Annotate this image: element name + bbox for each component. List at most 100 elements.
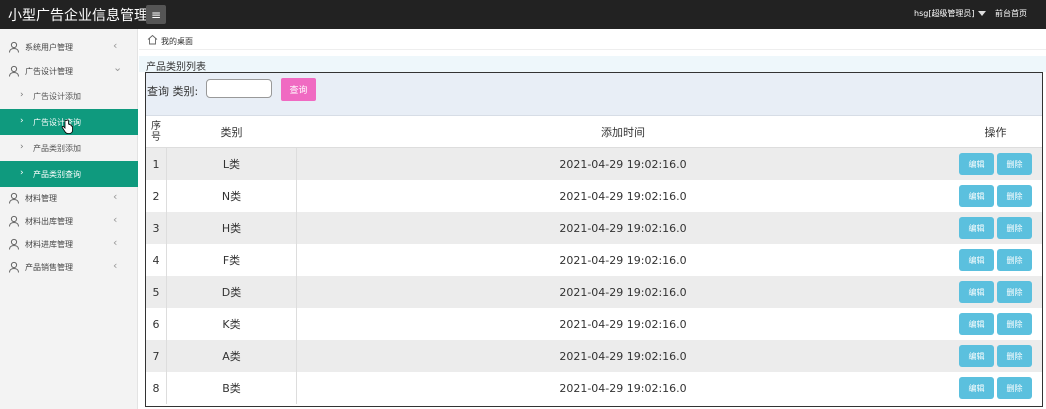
chevron-right-icon: › — [20, 168, 24, 178]
sidebar-item-material-outbound[interactable]: 材料出库管理 ‹ — [0, 209, 138, 233]
delete-button[interactable]: 删除 — [997, 185, 1032, 207]
sidebar-item-label: 产品销售管理 — [25, 263, 73, 272]
search-button[interactable]: 查询 — [281, 78, 316, 101]
user-icon — [9, 261, 19, 273]
table-row: 5 D类 2021-04-29 19:02:16.0 编辑 删除 — [146, 276, 1042, 308]
sidebar-subitem-category-query[interactable]: › 产品类别查询 — [0, 161, 138, 187]
table-row: 2 N类 2021-04-29 19:02:16.0 编辑 删除 — [146, 180, 1042, 212]
cell-type: D类 — [166, 276, 297, 308]
sidebar-subitem-category-add[interactable]: › 产品类别添加 — [0, 135, 138, 161]
edit-button[interactable]: 编辑 — [959, 345, 994, 367]
cell-type: L类 — [166, 148, 297, 180]
edit-button[interactable]: 编辑 — [959, 249, 994, 271]
cell-actions: 编辑 删除 — [949, 180, 1042, 212]
sidebar-item-product-sales[interactable]: 产品销售管理 ‹ — [0, 255, 138, 279]
sidebar-item-system-users[interactable]: 系统用户管理 ‹ — [0, 35, 138, 59]
top-bar: 小型广告企业信息管理系 ≡ hsg[超级管理员] 前台首页 — [0, 0, 1046, 29]
user-icon — [9, 41, 19, 53]
chevron-right-icon: › — [20, 90, 24, 100]
hamburger-icon: ≡ — [150, 7, 162, 22]
hand-cursor-icon — [61, 119, 73, 134]
user-icon — [9, 65, 19, 77]
table-row: 3 H类 2021-04-29 19:02:16.0 编辑 删除 — [146, 212, 1042, 244]
chevron-left-icon: ‹ — [113, 236, 118, 249]
table-row: 4 F类 2021-04-29 19:02:16.0 编辑 删除 — [146, 244, 1042, 276]
cell-type: K类 — [166, 308, 297, 340]
cell-time: 2021-04-29 19:02:16.0 — [559, 189, 687, 203]
user-icon — [9, 192, 19, 204]
edit-button[interactable]: 编辑 — [959, 217, 994, 239]
table-row: 6 K类 2021-04-29 19:02:16.0 编辑 删除 — [146, 308, 1042, 340]
edit-button[interactable]: 编辑 — [959, 377, 994, 399]
sidebar-item-label: 广告设计管理 — [25, 67, 73, 76]
cell-no: 4 — [152, 253, 160, 267]
sidebar-item-material-inbound[interactable]: 材料进库管理 ‹ — [0, 232, 138, 256]
caret-down-icon — [977, 11, 986, 16]
cell-time: 2021-04-29 19:02:16.0 — [559, 285, 687, 299]
cell-type: A类 — [166, 340, 297, 372]
chevron-right-icon: › — [20, 142, 24, 152]
user-icon — [9, 238, 19, 250]
table-header-row: 序号 类别 添加时间 操作 — [146, 116, 1042, 148]
cell-actions: 编辑 删除 — [949, 212, 1042, 244]
cell-no: 6 — [152, 317, 160, 331]
home-icon — [147, 34, 158, 45]
delete-button[interactable]: 删除 — [997, 217, 1032, 239]
table-row: 1 L类 2021-04-29 19:02:16.0 编辑 删除 — [146, 148, 1042, 180]
chevron-left-icon: ‹ — [113, 213, 118, 226]
cell-actions: 编辑 删除 — [949, 308, 1042, 340]
menu-toggle-button[interactable]: ≡ — [146, 5, 166, 24]
app-title: 小型广告企业信息管理系 — [8, 8, 162, 24]
breadcrumb-my-desktop[interactable]: 我的桌面 — [161, 36, 193, 47]
breadcrumb: 我的桌面 — [139, 30, 1046, 50]
sidebar-subitem-ad-design-add[interactable]: › 广告设计添加 — [0, 83, 138, 109]
category-search-input[interactable] — [206, 79, 272, 98]
sidebar-item-label: 材料进库管理 — [25, 240, 73, 249]
col-header-time: 添加时间 — [601, 126, 645, 139]
cell-no: 2 — [152, 189, 160, 203]
search-label: 查询 类别: — [147, 85, 199, 98]
delete-button[interactable]: 删除 — [997, 377, 1032, 399]
chevron-left-icon: ‹ — [113, 39, 118, 52]
delete-button[interactable]: 删除 — [997, 249, 1032, 271]
delete-button[interactable]: 删除 — [997, 313, 1032, 335]
edit-button[interactable]: 编辑 — [959, 281, 994, 303]
edit-button[interactable]: 编辑 — [959, 313, 994, 335]
sidebar-item-materials[interactable]: 材料管理 ‹ — [0, 186, 138, 210]
cell-actions: 编辑 删除 — [949, 372, 1042, 404]
cell-time: 2021-04-29 19:02:16.0 — [559, 221, 687, 235]
chevron-right-icon: › — [20, 116, 24, 126]
sidebar-subitem-label: 产品类别添加 — [33, 144, 81, 153]
user-name: hsg[超级管理员] — [914, 9, 975, 18]
table-row: 8 B类 2021-04-29 19:02:16.0 编辑 删除 — [146, 372, 1042, 404]
cell-type: B类 — [166, 372, 297, 404]
cell-no: 7 — [152, 349, 160, 363]
edit-button[interactable]: 编辑 — [959, 185, 994, 207]
sidebar-item-ad-design[interactable]: 广告设计管理 ⌄ — [0, 59, 138, 83]
table-row: 7 A类 2021-04-29 19:02:16.0 编辑 删除 — [146, 340, 1042, 372]
col-header-type: 类别 — [220, 126, 243, 139]
search-bar: 查询 类别: 查询 — [146, 73, 1042, 116]
cell-time: 2021-04-29 19:02:16.0 — [559, 253, 687, 267]
user-icon — [9, 215, 19, 227]
cell-actions: 编辑 删除 — [949, 340, 1042, 372]
cell-time: 2021-04-29 19:02:16.0 — [559, 381, 687, 395]
col-header-no: 序号 — [151, 121, 161, 143]
delete-button[interactable]: 删除 — [997, 345, 1032, 367]
cell-actions: 编辑 删除 — [949, 244, 1042, 276]
panel-title: 产品类别列表 — [146, 62, 206, 73]
col-header-actions: 操作 — [984, 126, 1007, 139]
frontend-home-link[interactable]: 前台首页 — [995, 8, 1027, 19]
cell-no: 1 — [152, 157, 160, 171]
edit-button[interactable]: 编辑 — [959, 153, 994, 175]
cell-time: 2021-04-29 19:02:16.0 — [559, 317, 687, 331]
user-menu[interactable]: hsg[超级管理员] — [914, 8, 986, 19]
cell-time: 2021-04-29 19:02:16.0 — [559, 157, 687, 171]
delete-button[interactable]: 删除 — [997, 281, 1032, 303]
delete-button[interactable]: 删除 — [997, 153, 1032, 175]
panel-header: 产品类别列表 — [139, 56, 1046, 73]
cell-no: 3 — [152, 221, 160, 235]
sidebar-item-label: 系统用户管理 — [25, 43, 73, 52]
cell-actions: 编辑 删除 — [949, 276, 1042, 308]
sidebar: 系统用户管理 ‹ 广告设计管理 ⌄ › 广告设计添加 › 广告设计查询 › 产品… — [0, 29, 138, 409]
